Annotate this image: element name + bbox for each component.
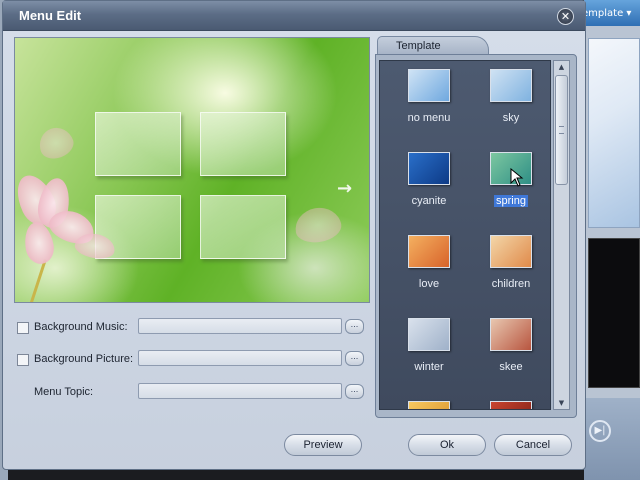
template-label-text: no menu <box>407 112 451 124</box>
template-thumbnail <box>490 235 532 268</box>
template-item-skee[interactable]: skee <box>476 314 546 388</box>
template-list: no menu sky cyanite spring love children winte… <box>379 60 551 410</box>
template-label: winter <box>394 361 464 373</box>
ok-button[interactable]: Ok <box>408 434 486 456</box>
template-thumbnail <box>408 318 450 351</box>
template-thumbnail <box>408 235 450 268</box>
template-item-winter[interactable]: winter <box>394 314 464 388</box>
scrollbar-thumb[interactable] <box>555 75 568 185</box>
menu-topic-label: Menu Topic: <box>34 386 94 398</box>
template-label-text: skee <box>499 361 523 373</box>
template-label: spring <box>476 195 546 207</box>
template-thumbnail <box>408 69 450 102</box>
dialog-title: Menu Edit <box>19 8 82 23</box>
template-item-sky[interactable]: sky <box>476 65 546 139</box>
template-label: love <box>394 278 464 290</box>
background-music-label: Background Music: <box>34 321 128 333</box>
background-music-checkbox[interactable] <box>17 322 29 334</box>
template-label-text: children <box>491 278 531 290</box>
mouse-cursor-icon <box>510 168 524 187</box>
background-music-field[interactable] <box>138 318 342 334</box>
arrow-right-icon[interactable]: → <box>337 178 352 199</box>
template-label: skee <box>476 361 546 373</box>
template-label: cyanite <box>394 195 464 207</box>
scroll-up-icon[interactable]: ▲ <box>554 61 569 73</box>
template-label: sky <box>476 112 546 124</box>
background-picture-label: Background Picture: <box>34 353 134 365</box>
menu-topic-field[interactable] <box>138 383 342 399</box>
template-thumbnail <box>408 152 450 185</box>
template-item-love[interactable]: love <box>394 231 464 305</box>
template-label-text: winter <box>414 361 444 373</box>
template-label-text: love <box>418 278 440 290</box>
template-thumbnail <box>490 69 532 102</box>
template-label-text: sky <box>502 112 520 124</box>
menu-slot-1[interactable] <box>95 112 181 176</box>
template-label: children <box>476 278 546 290</box>
preview-button[interactable]: Preview <box>284 434 362 456</box>
template-thumbnail-partial[interactable] <box>490 401 532 409</box>
cancel-button[interactable]: Cancel <box>494 434 572 456</box>
flower-stem <box>22 259 47 302</box>
template-thumbnail <box>490 318 532 351</box>
background-template-button[interactable]: emplate ▾ <box>580 5 640 22</box>
template-label: no menu <box>394 112 464 124</box>
grip-icon <box>559 126 564 134</box>
flower-petal <box>292 204 344 246</box>
menu-topic-browse-button[interactable]: ... <box>345 384 364 399</box>
dialog-titlebar: Menu Edit ✕ <box>3 1 585 31</box>
template-item-no-menu[interactable]: no menu <box>394 65 464 139</box>
template-label-text: cyanite <box>411 195 447 207</box>
next-track-icon[interactable]: ▶| <box>589 420 611 442</box>
template-item-cyanite[interactable]: cyanite <box>394 148 464 222</box>
menu-slot-2[interactable] <box>200 112 286 176</box>
tab-template[interactable]: Template <box>377 36 489 55</box>
background-video-area <box>588 238 640 388</box>
template-label-text: spring <box>494 195 528 207</box>
template-scrollbar[interactable]: ▲ ▼ <box>553 60 570 410</box>
menu-preview: → <box>14 37 370 303</box>
flower-petal <box>34 123 78 163</box>
background-picture-browse-button[interactable]: ... <box>345 351 364 366</box>
background-picture-field[interactable] <box>138 350 342 366</box>
background-template-preview <box>588 38 640 228</box>
template-thumbnail-partial[interactable] <box>408 401 450 409</box>
template-item-children[interactable]: children <box>476 231 546 305</box>
close-icon[interactable]: ✕ <box>557 8 574 25</box>
scroll-down-icon[interactable]: ▼ <box>554 397 569 409</box>
menu-slot-4[interactable] <box>200 195 286 259</box>
background-music-browse-button[interactable]: ... <box>345 319 364 334</box>
background-picture-checkbox[interactable] <box>17 354 29 366</box>
